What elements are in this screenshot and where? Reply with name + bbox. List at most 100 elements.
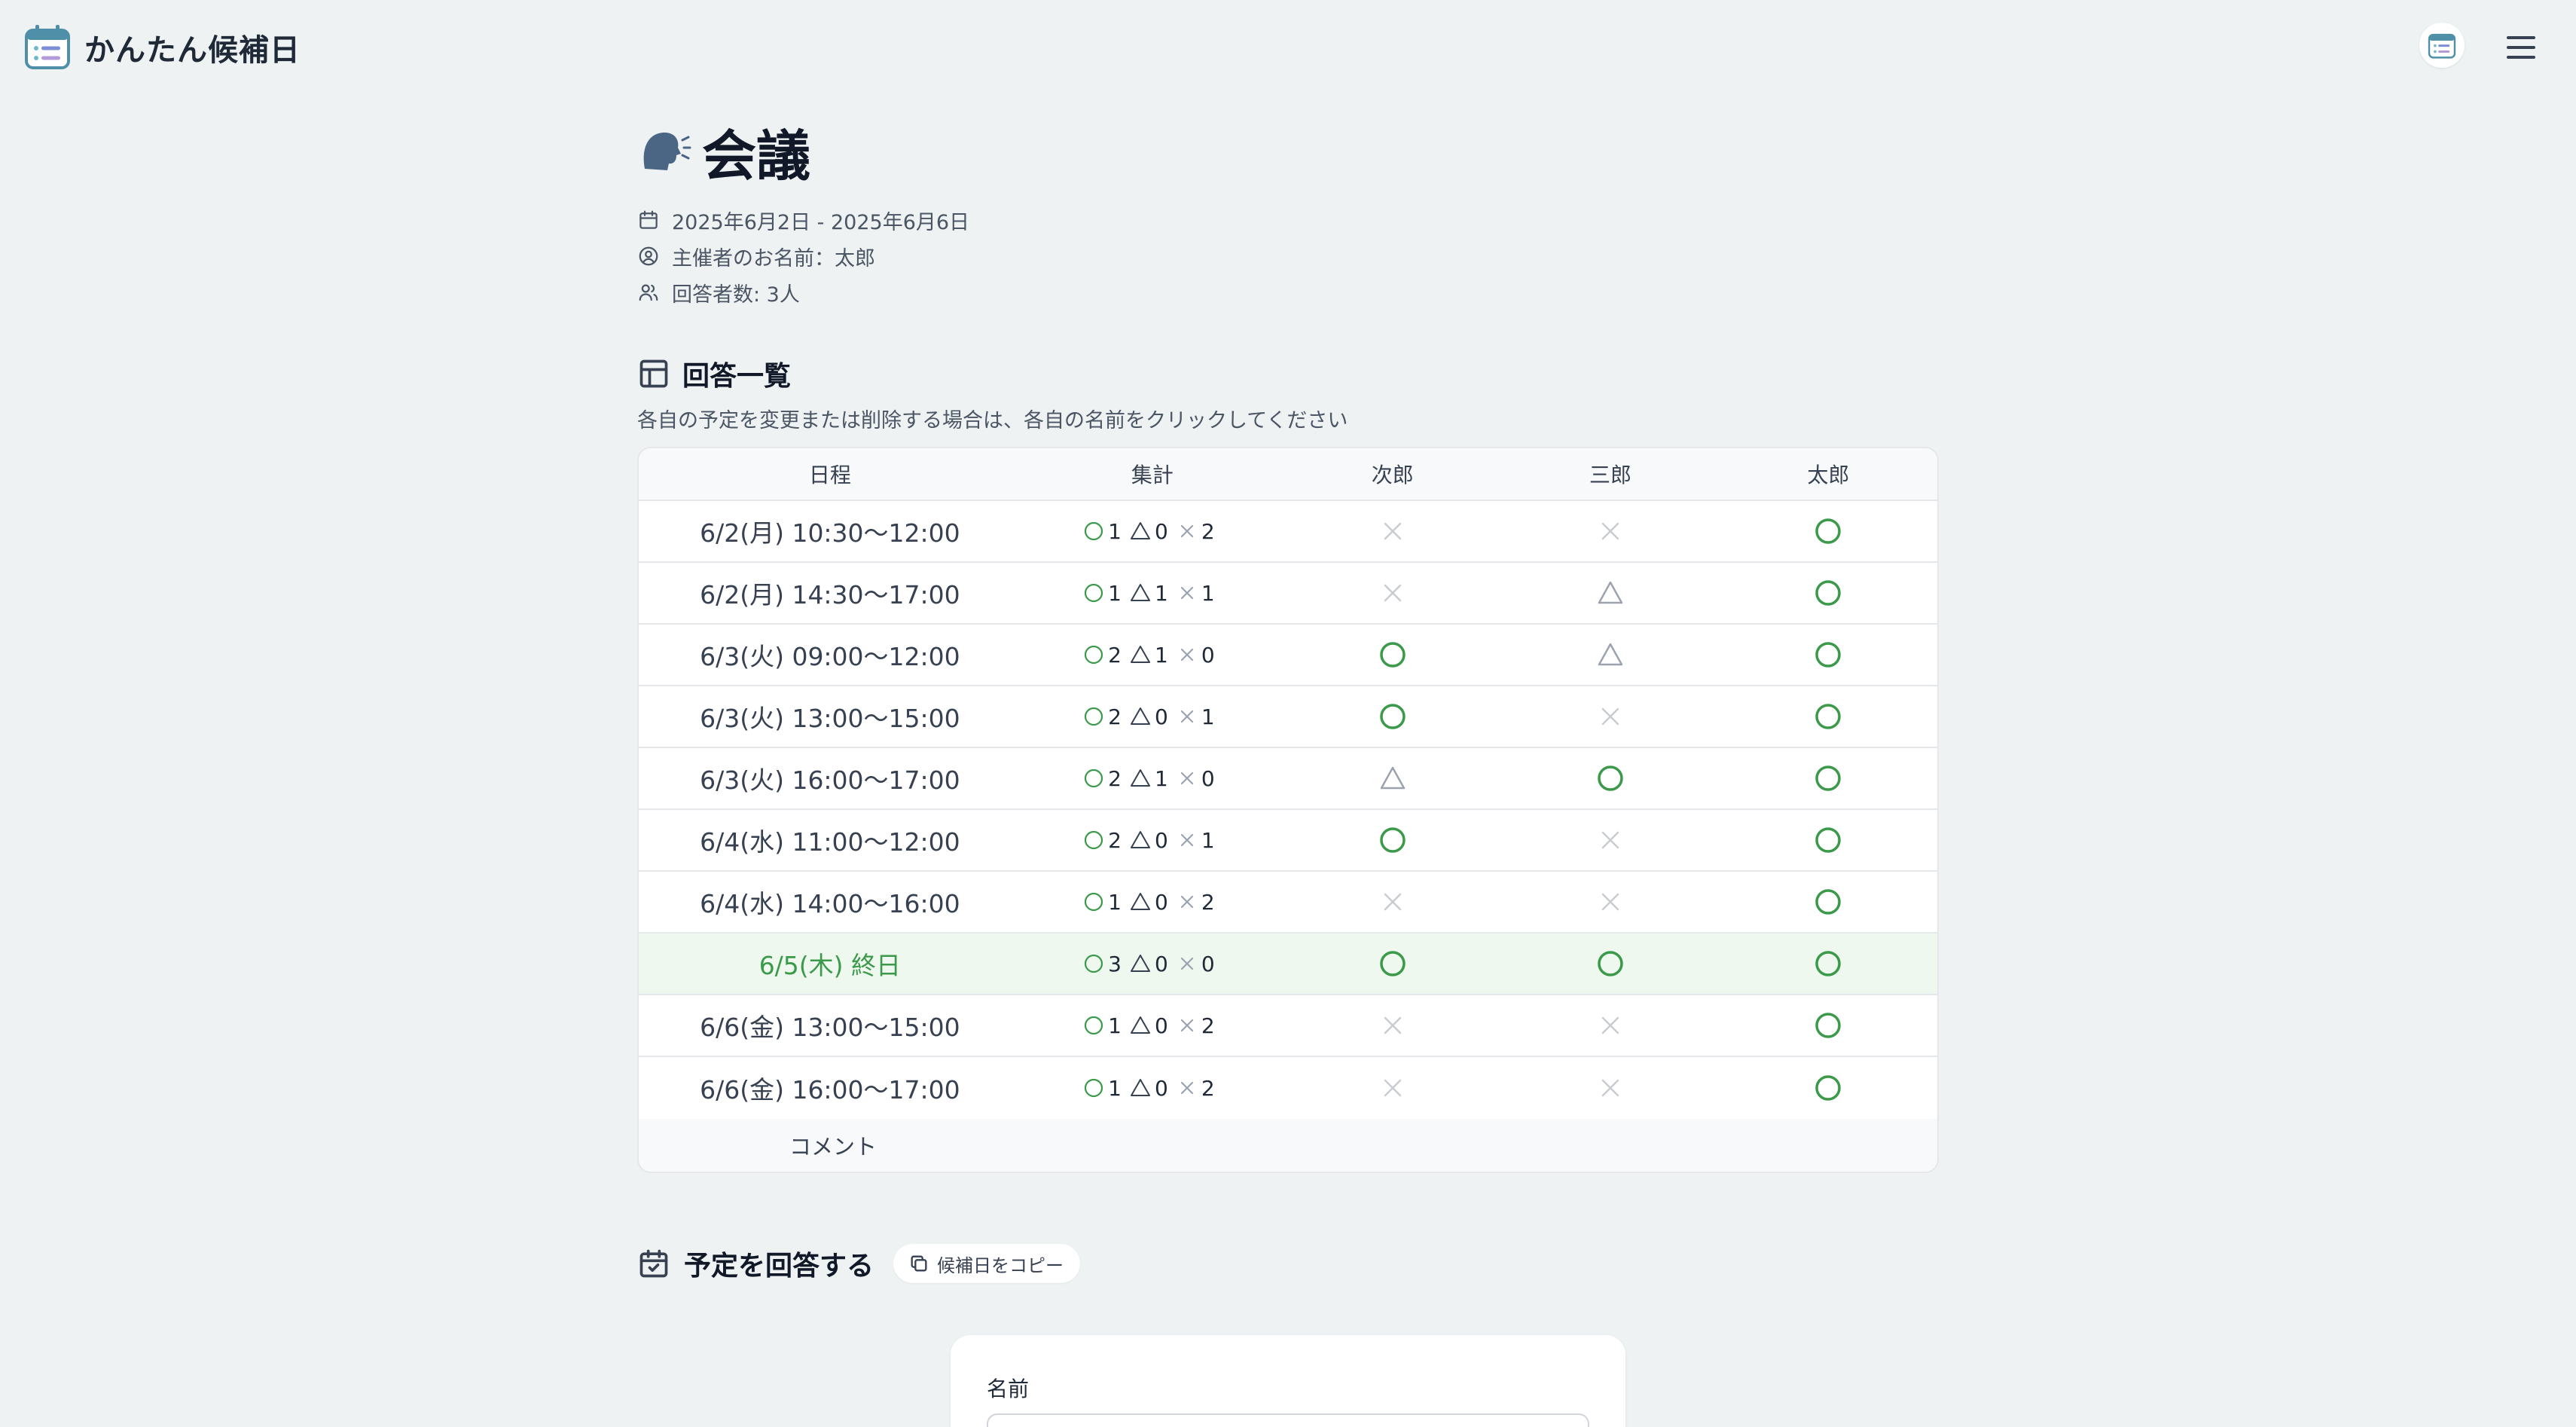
answer-cell-taro bbox=[1720, 887, 1937, 917]
answer-ng-icon bbox=[1601, 1016, 1619, 1034]
answer-cell-saburo bbox=[1501, 578, 1719, 608]
summary-maybe: 0 bbox=[1129, 952, 1168, 976]
cross-icon bbox=[1180, 833, 1193, 847]
circle-icon bbox=[1085, 769, 1103, 788]
date-text: 6/6(金) 16:00〜17:00 bbox=[700, 1075, 960, 1105]
triangle-icon bbox=[1131, 707, 1150, 725]
answer-ng-icon bbox=[1384, 1016, 1401, 1034]
answer-cell-jiro bbox=[1283, 887, 1501, 917]
answer-ok-icon bbox=[1379, 951, 1406, 976]
summary-ok-count: 2 bbox=[1108, 827, 1122, 853]
summary-ng: 0 bbox=[1176, 643, 1215, 668]
table-row: 6/4(水) 14:00〜16:00 1 0 2 bbox=[639, 872, 1937, 934]
speaking-head-icon bbox=[643, 132, 691, 170]
header-calendar-button[interactable] bbox=[2419, 23, 2465, 68]
table-row: 6/6(金) 13:00〜15:00 1 0 2 bbox=[639, 995, 1937, 1057]
circle-icon bbox=[1085, 954, 1103, 973]
answer-cell-saburo bbox=[1501, 701, 1719, 732]
answer-ok-icon bbox=[1379, 704, 1406, 729]
summary-ok: 2 bbox=[1082, 704, 1122, 729]
answer-cell-jiro bbox=[1283, 578, 1501, 608]
responses-table: 日程 集計 次郎 三郎 太郎 6/2(月) 10:30〜12:00 1 0 2 6/2(… bbox=[637, 447, 1939, 1173]
answer-cell-taro bbox=[1720, 763, 1937, 793]
circle-icon bbox=[1085, 892, 1103, 912]
main-content: 会議 2025年6月2日 - 2025年6月6日 主催者のお名前：太郎 回答者数… bbox=[637, 105, 1939, 1288]
table-row: 6/6(金) 16:00〜17:00 1 0 2 bbox=[639, 1057, 1937, 1119]
summary-ng: 2 bbox=[1176, 1076, 1215, 1101]
name-input[interactable] bbox=[987, 1413, 1589, 1427]
header-participant-taro[interactable]: 太郎 bbox=[1720, 459, 1937, 489]
app-logo[interactable]: かんたん候補日 bbox=[23, 23, 301, 72]
summary-maybe: 1 bbox=[1129, 643, 1168, 668]
header-participant-saburo[interactable]: 三郎 bbox=[1501, 459, 1719, 489]
date-cell: 6/4(水) 11:00〜12:00 bbox=[639, 822, 1021, 858]
respondents-text: 回答者数: 3人 bbox=[672, 283, 800, 307]
summary-ok: 1 bbox=[1082, 1076, 1122, 1101]
date-range-text: 2025年6月2日 - 2025年6月6日 bbox=[672, 210, 970, 234]
summary-maybe-count: 0 bbox=[1155, 1013, 1168, 1038]
header-participant-jiro[interactable]: 次郎 bbox=[1283, 459, 1501, 489]
summary-ng-count: 2 bbox=[1201, 889, 1215, 915]
answer-cell-taro bbox=[1720, 1073, 1937, 1103]
answer-cell-taro bbox=[1720, 701, 1937, 732]
summary-cell: 2 1 0 bbox=[1021, 766, 1283, 791]
answer-ok-icon bbox=[1815, 642, 1842, 668]
table-row: 6/3(火) 09:00〜12:00 2 1 0 bbox=[639, 625, 1937, 686]
summary-maybe-count: 0 bbox=[1155, 951, 1168, 976]
answer-ng-icon bbox=[1601, 522, 1619, 540]
summary-ok-count: 1 bbox=[1108, 518, 1122, 544]
summary-ng-count: 1 bbox=[1201, 580, 1215, 606]
date-text: 6/2(月) 14:30〜17:00 bbox=[700, 580, 960, 610]
answer-cell-saburo bbox=[1501, 516, 1719, 546]
summary-ng-count: 2 bbox=[1201, 1075, 1215, 1101]
summary-ok: 1 bbox=[1082, 581, 1122, 606]
summary-maybe: 1 bbox=[1129, 766, 1168, 791]
user-circle-icon bbox=[639, 246, 658, 266]
comment-row: コメント bbox=[639, 1119, 1937, 1172]
responses-heading: 回答一覧 bbox=[637, 351, 1939, 396]
summary-ng: 1 bbox=[1176, 828, 1215, 853]
date-cell: 6/3(火) 09:00〜12:00 bbox=[639, 637, 1021, 673]
summary-maybe: 0 bbox=[1129, 1013, 1168, 1038]
answer-ok-icon bbox=[1815, 518, 1842, 544]
answer-cell-saburo bbox=[1501, 825, 1719, 855]
event-date-range: 2025年6月2日 - 2025年6月6日 bbox=[637, 202, 1939, 238]
date-cell: 6/2(月) 14:30〜17:00 bbox=[639, 575, 1021, 611]
table-row: 6/2(月) 14:30〜17:00 1 1 1 bbox=[639, 563, 1937, 625]
reply-form-card: 名前 bbox=[951, 1335, 1625, 1427]
date-cell: 6/3(火) 16:00〜17:00 bbox=[639, 760, 1021, 796]
answer-maybe-icon bbox=[1380, 766, 1405, 790]
summary-maybe: 0 bbox=[1129, 828, 1168, 853]
header-date: 日程 bbox=[808, 463, 851, 487]
triangle-icon bbox=[1131, 522, 1150, 539]
comment-label: コメント bbox=[789, 1134, 877, 1160]
date-text: 6/3(火) 16:00〜17:00 bbox=[700, 765, 960, 795]
app-name: かんたん候補日 bbox=[84, 32, 301, 68]
summary-maybe: 1 bbox=[1129, 581, 1168, 606]
answer-cell-jiro bbox=[1283, 949, 1501, 979]
answer-cell-saburo bbox=[1501, 949, 1719, 979]
summary-maybe-count: 1 bbox=[1155, 642, 1168, 668]
answer-ng-icon bbox=[1601, 831, 1619, 849]
answer-cell-taro bbox=[1720, 516, 1937, 546]
copy-candidates-button[interactable]: 候補日をコピー bbox=[893, 1244, 1081, 1283]
answer-ok-icon bbox=[1815, 889, 1842, 915]
triangle-icon bbox=[1131, 1079, 1150, 1096]
answer-ng-icon bbox=[1384, 522, 1401, 540]
table-row: 6/3(火) 13:00〜15:00 2 0 1 bbox=[639, 686, 1937, 748]
summary-maybe: 0 bbox=[1129, 704, 1168, 729]
summary-maybe-count: 0 bbox=[1155, 704, 1168, 729]
table-row: 6/5(木) 終日 3 0 0 bbox=[639, 934, 1937, 995]
answer-cell-jiro bbox=[1283, 516, 1501, 546]
table-header: 日程 集計 次郎 三郎 太郎 bbox=[639, 448, 1937, 501]
calendar-check-icon bbox=[639, 1249, 668, 1278]
answer-ng-icon bbox=[1384, 893, 1401, 911]
summary-ok: 3 bbox=[1082, 952, 1122, 976]
date-text: 6/5(木) 終日 bbox=[758, 951, 902, 980]
answer-ng-icon bbox=[1384, 584, 1401, 602]
reply-heading: 予定を回答する 候補日をコピー bbox=[637, 1239, 1939, 1288]
users-icon bbox=[639, 284, 658, 301]
hamburger-menu-icon[interactable] bbox=[2502, 30, 2540, 65]
summary-ng: 0 bbox=[1176, 766, 1215, 791]
event-respondents: 回答者数: 3人 bbox=[637, 274, 1939, 310]
